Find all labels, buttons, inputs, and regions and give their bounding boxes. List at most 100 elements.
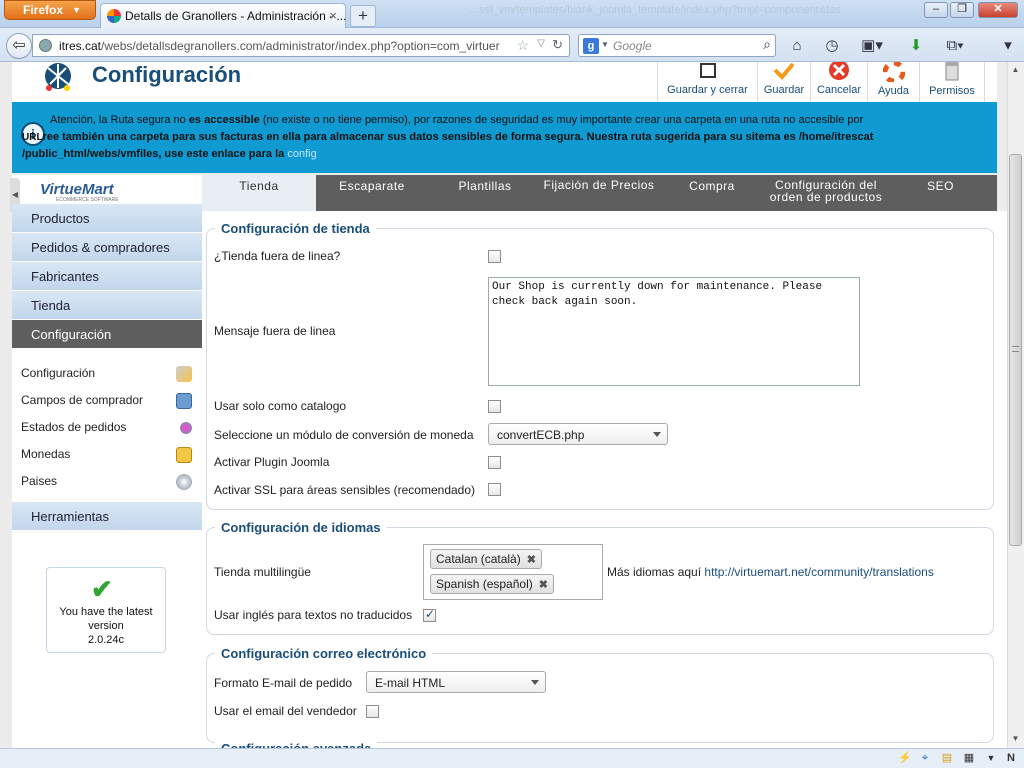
minimize-button[interactable]: – <box>924 2 948 18</box>
subitem-configuracion[interactable]: Configuración <box>21 366 201 388</box>
scroll-up-arrow-icon[interactable]: ▲ <box>1008 62 1023 78</box>
version-number: 2.0.24c <box>87 634 125 646</box>
browser-tab-title: Detalls de Granollers - Administración -… <box>125 9 347 23</box>
english-fallback-label: Usar inglés para textos no traducidos <box>214 608 413 622</box>
close-tab-icon[interactable]: × <box>329 8 337 23</box>
virtuemart-logo: VirtueMart ECOMMERCE SOFTWARE <box>12 175 202 205</box>
sidebar-item-herramientas[interactable]: Herramientas <box>12 502 202 531</box>
address-bar[interactable]: itres.cat/webs/detallsdegranollers.com/a… <box>32 34 570 57</box>
permissions-icon <box>945 62 959 81</box>
email-format-label: Formato E-mail de pedido <box>214 676 353 690</box>
language-config-legend: Configuración de idiomas <box>215 520 387 535</box>
search-box[interactable]: g ▼ Google ⌕ <box>578 34 776 57</box>
menu-overflow-icon[interactable]: ▾ <box>998 36 1018 56</box>
vendor-email-checkbox[interactable] <box>366 705 379 718</box>
home-icon[interactable]: ⌂ <box>787 36 807 56</box>
order-status-icon <box>180 422 192 434</box>
sidebar-item-tienda[interactable]: Tienda <box>12 291 202 320</box>
notes-icon[interactable]: ▤ <box>940 751 954 765</box>
offline-message-textarea[interactable]: Our Shop is currently down for maintenan… <box>488 277 860 386</box>
save-icon <box>773 62 795 80</box>
english-fallback-checkbox[interactable] <box>423 607 436 622</box>
browser-tab[interactable]: Detalls de Granollers - Administración -… <box>100 3 346 28</box>
email-format-select[interactable]: E-mail HTML <box>366 671 546 693</box>
scrollbar-grip <box>1012 346 1019 352</box>
email-config-section <box>206 653 994 743</box>
language-multiselect[interactable]: Catalan (català) ✖ Spanish (español) ✖ <box>423 544 603 600</box>
subitem-campos-comprador[interactable]: Campos de comprador <box>21 393 201 415</box>
chevron-down-icon[interactable]: ▼ <box>601 40 609 49</box>
currency-module-label: Seleccione un módulo de conversión de mo… <box>214 428 474 442</box>
cancel-button[interactable]: Cancelar <box>810 62 867 102</box>
google-engine-icon[interactable]: g <box>583 38 599 54</box>
screenshot-icon[interactable]: ▦ <box>962 751 976 765</box>
tab-escaparate[interactable]: Escaparate <box>316 175 428 211</box>
history-clock-icon[interactable]: ◷ <box>822 36 842 56</box>
chevron-down-icon <box>531 680 539 685</box>
address-bar-url: itres.cat/webs/detallsdegranollers.com/a… <box>59 39 500 53</box>
save-close-button[interactable]: Guardar y cerrar <box>657 62 757 102</box>
vendor-email-label: Usar el email del vendedor <box>214 704 357 718</box>
sidebar-item-productos[interactable]: Productos <box>12 204 202 233</box>
joomla-favicon-icon <box>107 9 121 23</box>
catalog-checkbox[interactable] <box>488 400 501 413</box>
cursor-tool-icon[interactable]: ⌖ <box>918 751 932 765</box>
reload-icon[interactable]: ↻ <box>552 37 563 53</box>
tab-orden-productos[interactable]: Configuración del orden de productos <box>768 175 884 211</box>
new-tab-button[interactable]: + <box>350 5 376 27</box>
download-icon[interactable]: ⬇ <box>906 36 926 56</box>
tab-seo[interactable]: SEO <box>884 175 997 211</box>
currency-module-select[interactable]: convertECB.php <box>488 423 668 445</box>
email-config-legend: Configuración correo electrónico <box>215 646 433 661</box>
multilingual-label: Tienda multilingüe <box>214 565 311 579</box>
subitem-estados-pedidos[interactable]: Estados de pedidos <box>21 420 201 442</box>
tab-tienda[interactable]: Tienda <box>202 175 316 211</box>
chevron-down-icon: ▼ <box>72 5 81 15</box>
search-icon[interactable]: ⌕ <box>763 36 771 53</box>
chevron-down-icon <box>653 432 661 437</box>
joomla-plugin-label: Activar Plugin Joomla <box>214 455 330 469</box>
config-link[interactable]: config <box>287 148 316 160</box>
subitem-paises[interactable]: Paises <box>21 474 201 496</box>
language-chip: Spanish (español) ✖ <box>430 574 554 594</box>
notice-line-2: URLree también una carpeta para sus fact… <box>22 131 874 143</box>
history-dropdown-icon[interactable]: ▽ <box>537 38 545 49</box>
more-languages-text: Más idiomas aquí http://virtuemart.net/c… <box>607 565 934 579</box>
chevron-down-icon[interactable]: ▼ <box>984 751 998 765</box>
page-title: Configuración <box>92 62 242 87</box>
background-window-title: ...ssl_vm/templates/blank_joomla_templat… <box>470 4 840 16</box>
advanced-config-legend: Configuración avanzada <box>215 741 378 748</box>
maximize-button[interactable]: ❐ <box>950 2 974 18</box>
remove-chip-icon[interactable]: ✖ <box>539 579 548 591</box>
tab-compra[interactable]: Compra <box>656 175 768 211</box>
remove-chip-icon[interactable]: ✖ <box>527 554 536 566</box>
sidebar-item-fabricantes[interactable]: Fabricantes <box>12 262 202 291</box>
addon-icon[interactable]: ⧉▾ <box>942 36 968 56</box>
offline-checkbox[interactable] <box>488 250 501 263</box>
joomla-plugin-checkbox[interactable] <box>488 456 501 469</box>
scroll-down-arrow-icon[interactable]: ▼ <box>1008 731 1023 747</box>
ssl-checkbox[interactable] <box>488 483 501 496</box>
sidebar-item-configuracion[interactable]: Configuración <box>12 320 202 349</box>
window-close-button[interactable]: ✕ <box>978 2 1018 18</box>
network-icon[interactable]: ⚡ <box>898 751 912 765</box>
firefox-menu-button[interactable]: Firefox ▼ <box>4 0 96 20</box>
search-placeholder: Google <box>613 39 652 53</box>
tab-plantillas[interactable]: Plantillas <box>428 175 542 211</box>
bookmarks-menu-icon[interactable]: ▣▾ <box>858 36 886 56</box>
subitem-monedas[interactable]: Monedas <box>21 447 201 469</box>
notice-line-3: /public_html/webs/vmfiles, use este enla… <box>22 148 317 160</box>
permissions-button[interactable]: Permisos <box>919 62 985 102</box>
back-button[interactable]: ⇦ <box>6 33 32 59</box>
help-button[interactable]: Ayuda <box>867 62 919 102</box>
coins-icon <box>176 447 192 463</box>
tab-fijacion-precios[interactable]: Fijación de Precios <box>542 175 656 211</box>
bookmark-star-icon[interactable]: ☆ <box>516 37 529 54</box>
site-identity-icon[interactable] <box>39 39 52 52</box>
translations-link[interactable]: http://virtuemart.net/community/translat… <box>704 565 933 579</box>
addon-n-icon[interactable]: N <box>1004 751 1018 765</box>
sidebar-item-pedidos[interactable]: Pedidos & compradores <box>12 233 202 262</box>
joomla-logo-icon <box>38 62 78 92</box>
save-button[interactable]: Guardar <box>757 62 810 102</box>
checkmark-icon: ✔ <box>91 574 113 604</box>
